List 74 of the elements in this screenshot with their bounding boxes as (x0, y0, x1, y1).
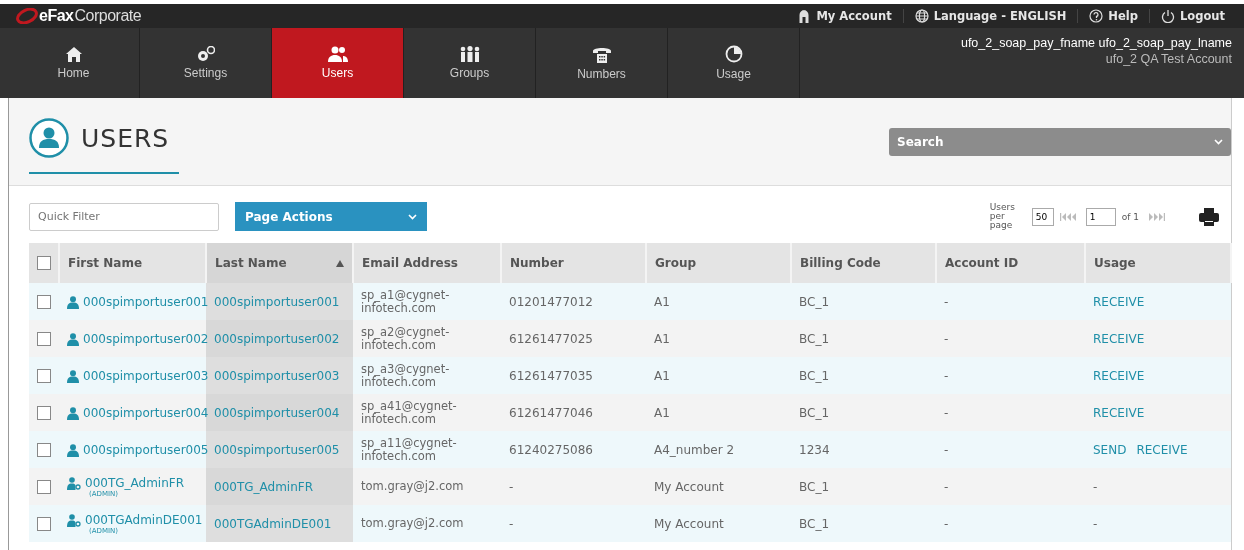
email-cell-text: sp_a1@cygnet-infotech.com (361, 288, 451, 315)
email-cell-text: tom.gray@j2.com (361, 480, 465, 493)
usage-link[interactable]: RECEIVE (1093, 294, 1145, 309)
per-page-label: Users per page (989, 203, 1016, 230)
group-cell: A1 (654, 294, 670, 309)
column-header[interactable]: First Name (59, 243, 206, 283)
quick-filter-field[interactable]: Quick Filter (29, 202, 219, 231)
column-header[interactable]: Last Name (206, 243, 353, 283)
account-id-cell: - (944, 368, 949, 383)
number-cell: 61261477025 (509, 331, 593, 346)
account-id-cell: - (944, 479, 949, 494)
first-name-link[interactable]: 000spimportuser002 (83, 331, 209, 346)
group-cell: My Account (654, 479, 724, 494)
billing-code-cell: 1234 (799, 442, 830, 457)
account-id-cell: - (944, 405, 949, 420)
usage-link[interactable]: RECEIVE (1093, 405, 1145, 420)
number-cell: 01201477012 (509, 294, 593, 309)
per-page-field[interactable]: 50 (1031, 207, 1054, 226)
number-cell: 61261477035 (509, 368, 593, 383)
billing-code-cell: BC_1 (799, 479, 830, 494)
user-name: ufo_2_soap_pay_fname ufo_2_soap_pay_lname (960, 36, 1232, 50)
column-header[interactable]: Email Address (353, 243, 501, 283)
first-name-link[interactable]: 000spimportuser003 (83, 368, 209, 383)
first-name-link[interactable]: 000spimportuser005 (83, 442, 209, 457)
top-link[interactable]: My Account (787, 9, 903, 23)
search-dropdown[interactable]: Search (889, 128, 1231, 156)
page-count: of 1 (1121, 211, 1139, 222)
email-cell-text: sp_a41@cygnet-infotech.com (361, 399, 458, 426)
usage-link[interactable]: RECEIVE (1093, 331, 1145, 346)
usage-cell: - (1093, 479, 1098, 494)
page-title: USERS (81, 123, 170, 153)
column-header[interactable]: Number (501, 243, 646, 283)
email-cell-text: sp_a2@cygnet-infotech.com (361, 325, 451, 352)
page-actions-dropdown[interactable]: Page Actions (235, 202, 427, 231)
first-name-link[interactable]: 000TGAdminDE001 (85, 512, 203, 527)
account-id-cell: - (944, 442, 949, 457)
account-id-cell: - (944, 331, 949, 346)
email-cell-text: sp_a3@cygnet-infotech.com (361, 362, 451, 389)
first-name-link[interactable]: 000spimportuser001 (83, 294, 209, 309)
number-cell: 61261477046 (509, 405, 593, 420)
group-cell: A1 (654, 405, 670, 420)
usage-link[interactable]: RECEIVE (1093, 368, 1145, 383)
billing-code-cell: BC_1 (799, 516, 830, 531)
column-header[interactable]: Account ID (936, 243, 1085, 283)
column-header[interactable]: Billing Code (791, 243, 936, 283)
email-cell-text: tom.gray@j2.com (361, 517, 465, 530)
group-cell: A4_number 2 (654, 442, 735, 457)
top-link[interactable]: Help (1077, 9, 1149, 23)
page-number-field[interactable]: 1 (1085, 207, 1116, 226)
group-cell: A1 (654, 331, 670, 346)
number-cell: 61240275086 (509, 442, 593, 457)
usage-cell: - (1093, 516, 1098, 531)
top-link[interactable]: Language - ENGLISH (902, 9, 1078, 23)
account-name: ufo_2 QA Test Account (1105, 52, 1232, 66)
first-name-link[interactable]: 000spimportuser004 (83, 405, 209, 420)
account-id-cell: - (944, 516, 949, 531)
column-header[interactable]: Group (646, 243, 791, 283)
usage-link[interactable]: SEND (1093, 442, 1127, 457)
nav-tab[interactable]: Users (272, 28, 404, 98)
group-cell: My Account (654, 516, 724, 531)
group-cell: A1 (654, 368, 670, 383)
top-link[interactable]: Logout (1148, 9, 1236, 23)
efax-logo[interactable]: eFaxCorporate (16, 7, 142, 25)
number-cell: - (509, 479, 514, 494)
billing-code-cell: BC_1 (799, 405, 830, 420)
usage-link[interactable]: RECEIVE (1136, 442, 1188, 457)
billing-code-cell: BC_1 (799, 331, 830, 346)
email-cell-text: sp_a11@cygnet-infotech.com (361, 436, 458, 463)
billing-code-cell: BC_1 (799, 294, 830, 309)
number-cell: - (509, 516, 514, 531)
column-header[interactable]: Usage (1085, 243, 1231, 283)
billing-code-cell: BC_1 (799, 368, 830, 383)
account-id-cell: - (944, 294, 949, 309)
first-name-link[interactable]: 000TG_AdminFR (85, 475, 185, 490)
